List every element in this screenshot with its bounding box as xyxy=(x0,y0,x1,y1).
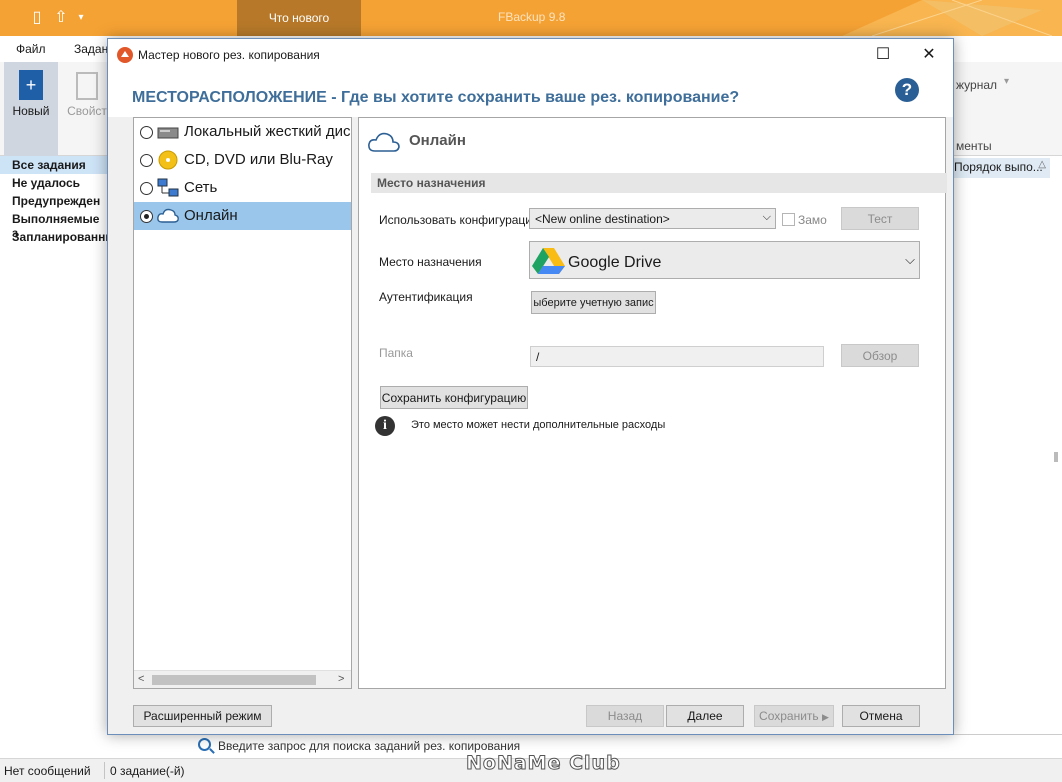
dialog-titlebar: Мастер нового рез. копирования ☐ ✕ xyxy=(108,39,953,71)
disc-icon xyxy=(158,150,178,170)
tab-file[interactable]: Файл xyxy=(16,42,46,56)
next-button[interactable]: Далее xyxy=(666,705,744,727)
online-settings-panel: Онлайн Место назначения Использовать кон… xyxy=(358,117,947,689)
job-filter-list: Все задания Не удалось Предупрежден Выпо… xyxy=(0,156,116,746)
save-button[interactable]: Сохранить ▶ xyxy=(754,705,834,727)
status-job-count: 0 задание(-й) xyxy=(110,764,185,778)
select-account-button[interactable]: ыберите учетную запис xyxy=(531,291,656,314)
folder-input-value: / xyxy=(536,350,540,364)
panel-title: Онлайн xyxy=(409,132,466,149)
scroll-thumb[interactable] xyxy=(152,675,316,685)
nav-horizontal-scrollbar[interactable]: < > xyxy=(134,670,351,688)
save-config-button[interactable]: Сохранить конфигурацию xyxy=(380,386,528,409)
nav-item-local-disk[interactable]: Локальный жесткий дис xyxy=(134,118,351,146)
new-backup-wizard-dialog: Мастер нового рез. копирования ☐ ✕ МЕСТО… xyxy=(107,38,954,735)
whats-new-tab[interactable]: Что нового xyxy=(237,0,361,36)
hard-drive-icon xyxy=(157,127,179,139)
search-bar[interactable]: Введите запрос для поиска заданий рез. к… xyxy=(186,734,1062,758)
save-button-label: Сохранить xyxy=(759,709,819,723)
destination-select[interactable]: Google Drive ⌵ xyxy=(529,241,920,279)
filter-failed[interactable]: Не удалось xyxy=(0,174,108,192)
order-column-header[interactable]: Порядок выпо... △ xyxy=(954,158,1050,178)
help-icon[interactable]: ? xyxy=(895,78,919,102)
scroll-right-icon[interactable]: > xyxy=(338,673,344,685)
properties-button[interactable]: Свойст xyxy=(62,62,112,156)
quick-access-dropdown-icon[interactable]: ▾ xyxy=(72,8,90,28)
close-button[interactable]: ✕ xyxy=(906,39,952,71)
properties-label: Свойст xyxy=(67,104,107,118)
config-select-value: <New online destination> xyxy=(535,212,670,226)
title-decoration xyxy=(842,0,1062,36)
cancel-button[interactable]: Отмена xyxy=(842,705,920,727)
search-icon xyxy=(198,738,211,751)
chevron-down-icon: ⌵ xyxy=(762,211,771,223)
new-job-icon: + xyxy=(19,70,43,100)
filter-running[interactable]: Выполняемые з xyxy=(0,210,108,240)
new-file-icon[interactable]: ▯ xyxy=(28,8,46,28)
up-arrow-icon[interactable]: ⇧ xyxy=(52,8,70,28)
status-separator xyxy=(104,762,105,779)
new-label: Новый xyxy=(12,104,50,118)
watermark: NoNaMe Club xyxy=(466,752,621,775)
page-title: МЕСТОРАСПОЛОЖЕНИЕ - Где вы хотите сохран… xyxy=(132,89,740,106)
scroll-left-icon[interactable]: < xyxy=(138,673,144,685)
filter-scheduled[interactable]: Запланированны xyxy=(0,228,116,246)
config-select[interactable]: <New online destination> ⌵ xyxy=(529,208,776,229)
nav-label-network: Сеть xyxy=(184,179,218,196)
elements-label: менты xyxy=(956,139,992,153)
info-text: Это место может нести дополнительные рас… xyxy=(411,419,666,431)
app-title: FBackup 9.8 xyxy=(498,10,566,24)
section-header: Место назначения xyxy=(371,173,947,193)
nav-item-online[interactable]: Онлайн xyxy=(134,202,351,230)
order-column-label: Порядок выпо... xyxy=(954,160,1043,174)
destination-select-value: Google Drive xyxy=(568,254,662,271)
network-icon xyxy=(157,178,179,197)
use-config-label: Использовать конфигураци xyxy=(379,213,532,227)
app-logo-icon xyxy=(117,47,133,63)
cloud-icon xyxy=(368,132,400,152)
status-messages: Нет сообщений xyxy=(4,764,91,778)
remember-label: Замо xyxy=(798,213,827,227)
search-input[interactable]: Введите запрос для поиска заданий рез. к… xyxy=(218,739,520,753)
nav-label-local-disk: Локальный жесткий дис xyxy=(184,123,351,140)
dialog-header: МЕСТОРАСПОЛОЖЕНИЕ - Где вы хотите сохран… xyxy=(108,71,953,117)
radio-optical[interactable] xyxy=(140,154,153,167)
folder-input[interactable]: / xyxy=(530,346,824,367)
back-button[interactable]: Назад xyxy=(586,705,664,727)
radio-online[interactable] xyxy=(140,210,153,223)
destination-label: Место назначения xyxy=(379,255,482,269)
sort-icon: △ xyxy=(1038,159,1046,170)
scrollbar[interactable] xyxy=(1054,452,1058,462)
play-icon: ▶ xyxy=(822,712,829,722)
cloud-icon xyxy=(157,208,179,223)
nav-item-network[interactable]: Сеть xyxy=(134,174,351,202)
browse-button[interactable]: Обзор xyxy=(841,344,919,367)
filter-warnings[interactable]: Предупрежден xyxy=(0,192,108,210)
properties-icon xyxy=(76,72,98,100)
auth-label: Аутентификация xyxy=(379,290,473,304)
filter-all-jobs[interactable]: Все задания xyxy=(0,156,108,174)
radio-local-disk[interactable] xyxy=(140,126,153,139)
remember-checkbox[interactable] xyxy=(782,213,795,226)
maximize-button[interactable]: ☐ xyxy=(860,39,906,71)
advanced-mode-button[interactable]: Расширенный режим xyxy=(133,705,272,727)
nav-item-optical[interactable]: CD, DVD или Blu-Ray xyxy=(134,146,351,174)
tab-jobs[interactable]: Задан xyxy=(74,42,108,56)
radio-network[interactable] xyxy=(140,182,153,195)
nav-label-online: Онлайн xyxy=(184,207,238,224)
nav-label-optical: CD, DVD или Blu-Ray xyxy=(184,151,333,168)
folder-label: Папка xyxy=(379,346,413,360)
google-drive-icon xyxy=(532,248,565,274)
new-button[interactable]: + Новый xyxy=(4,62,58,156)
app-titlebar: ▯ ⇧ ▾ Что нового FBackup 9.8 xyxy=(0,0,1062,36)
dialog-title: Мастер нового рез. копирования xyxy=(138,48,320,62)
journal-label[interactable]: журнал xyxy=(956,78,997,92)
info-icon: i xyxy=(375,416,395,436)
destination-type-list: Локальный жесткий дис CD, DVD или Blu-Ra… xyxy=(133,117,352,689)
journal-dropdown-icon[interactable]: ▾ xyxy=(1004,76,1009,87)
test-button[interactable]: Тест xyxy=(841,207,919,230)
chevron-down-icon: ⌵ xyxy=(905,252,915,267)
